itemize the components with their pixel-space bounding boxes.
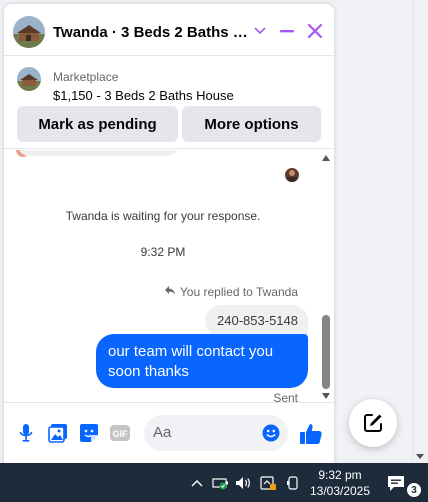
mark-as-pending-button[interactable]: Mark as pending — [17, 106, 178, 142]
listing-thumbnail[interactable] — [17, 67, 41, 91]
previous-message-bubble — [18, 150, 178, 156]
message-input[interactable] — [153, 424, 253, 441]
clock-time: 9:32 pm — [318, 468, 362, 482]
scrollbar-thumb[interactable] — [322, 315, 330, 389]
message-composer: GIF — [4, 402, 334, 464]
compose-icon — [364, 414, 382, 432]
reply-indicator: You replied to Twanda — [164, 285, 298, 299]
chevron-up-icon[interactable] — [188, 474, 206, 492]
thumbs-up-icon[interactable] — [298, 421, 324, 447]
scroll-up-icon[interactable] — [322, 155, 330, 161]
gif-icon[interactable]: GIF — [109, 422, 131, 444]
emoji-icon[interactable] — [262, 424, 280, 442]
notification-center-icon[interactable] — [386, 473, 406, 493]
minimize-icon[interactable] — [276, 20, 298, 42]
volume-icon[interactable] — [235, 474, 253, 492]
message-list: Twanda is waiting for your response. 9:3… — [4, 150, 334, 402]
listing-title[interactable]: $1,150 - 3 Beds 2 Baths House — [53, 88, 234, 103]
svg-text:GIF: GIF — [113, 429, 129, 439]
message-timestamp: 9:32 PM — [140, 245, 186, 259]
marketplace-listing-card: Marketplace $1,150 - 3 Beds 2 Baths Hous… — [4, 57, 334, 149]
clock-date: 13/03/2025 — [309, 484, 371, 498]
microphone-icon[interactable] — [15, 422, 37, 444]
quoted-message[interactable]: 240-853-5148 — [205, 305, 308, 337]
battery-icon[interactable] — [212, 474, 230, 492]
marketplace-label: Marketplace — [53, 70, 119, 84]
avatar[interactable] — [13, 16, 45, 48]
seen-avatar — [285, 168, 299, 182]
scroll-down-icon[interactable] — [322, 393, 330, 399]
reply-label: You replied to Twanda — [179, 285, 298, 299]
chat-window: Twanda · 3 Beds 2 Baths House Marketplac… — [4, 4, 334, 464]
reply-icon — [164, 285, 176, 299]
chevron-down-icon[interactable] — [249, 20, 271, 42]
windows-taskbar: 9:32 pm 13/03/2025 3 — [0, 463, 428, 502]
waiting-notice: Twanda is waiting for your response. — [65, 209, 261, 223]
notification-count-badge: 3 — [406, 482, 422, 498]
page-scrollbar[interactable] — [412, 0, 428, 463]
message-input-box[interactable] — [144, 415, 288, 451]
message-status: Sent — [273, 391, 298, 402]
chat-header[interactable]: Twanda · 3 Beds 2 Baths House — [4, 4, 334, 56]
sent-message-bubble[interactable]: our team will contact you soon thanks — [96, 334, 308, 388]
new-message-button[interactable] — [349, 399, 397, 447]
scroll-down-icon[interactable] — [416, 454, 424, 459]
close-icon[interactable] — [304, 20, 326, 42]
more-options-button[interactable]: More options — [182, 106, 321, 142]
image-icon[interactable] — [47, 422, 69, 444]
message-scrollbar[interactable] — [320, 155, 332, 399]
taskbar-clock[interactable]: 9:32 pm 13/03/2025 — [300, 467, 380, 499]
sticker-icon[interactable] — [78, 422, 100, 444]
clipboard-warning-icon[interactable] — [259, 474, 277, 492]
chat-title[interactable]: Twanda · 3 Beds 2 Baths House — [53, 24, 253, 41]
